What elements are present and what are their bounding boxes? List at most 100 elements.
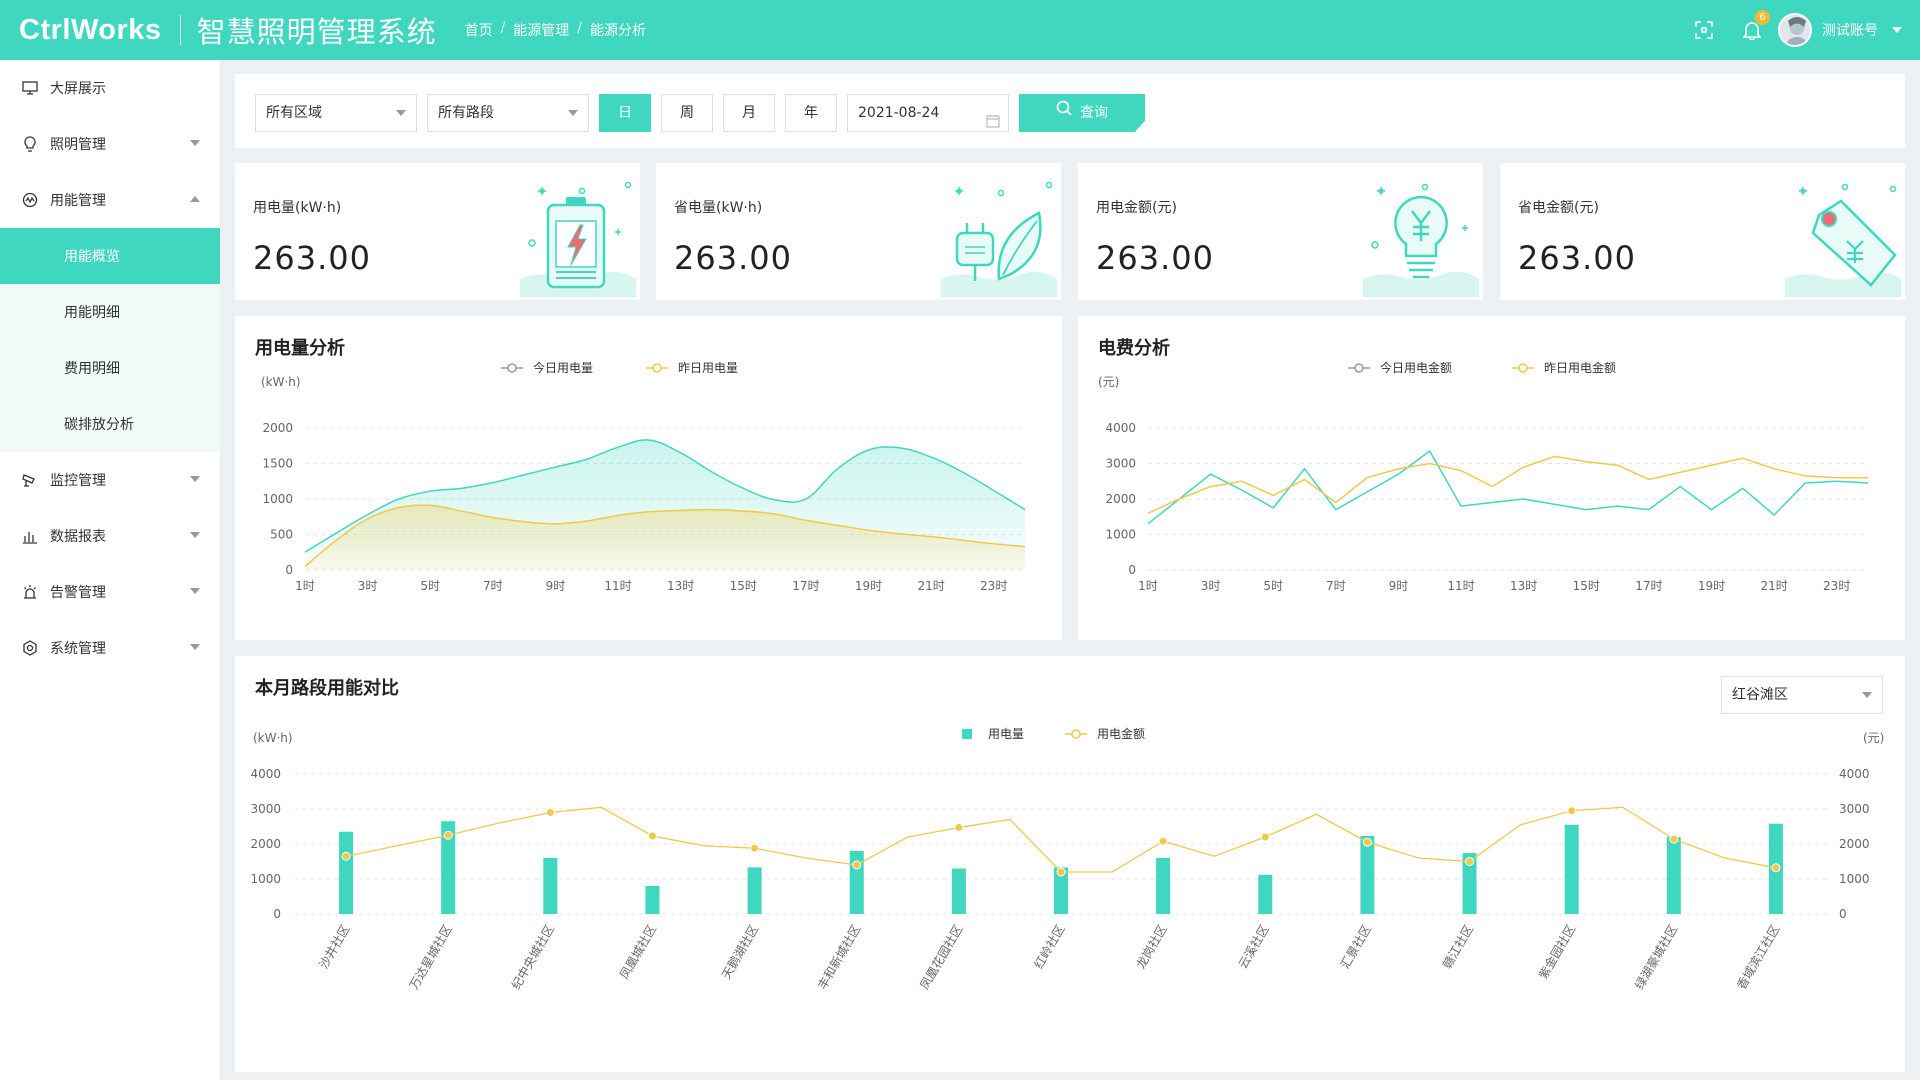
line-point: [1158, 836, 1168, 846]
x-tick-label: 11时: [1447, 579, 1474, 593]
road-select[interactable]: 所有路段: [427, 94, 589, 132]
x-tick-label: 丰和新城社区: [814, 922, 863, 992]
query-button-label: 查询: [1080, 105, 1108, 121]
stat-card-saved-cost: 省电金额(元) 263.00: [1500, 163, 1905, 300]
x-tick-label: 天鹅湖社区: [718, 922, 761, 981]
y-axis-unit: (元): [1098, 375, 1119, 389]
line-point: [443, 830, 453, 840]
line-point: [1260, 832, 1270, 842]
y-tick-label-left: 4000: [250, 767, 281, 781]
stat-label: 省电量(kW·h): [674, 200, 763, 216]
y-tick-label-right: 0: [1839, 907, 1847, 921]
stat-card-consumption: 用电量(kW·h) 263.00: [235, 163, 640, 300]
line-point: [1362, 837, 1372, 847]
search-icon: [1056, 94, 1072, 131]
x-tick-label: 13时: [667, 579, 694, 593]
line-point: [954, 823, 964, 833]
sidebar-subitem-carbon-analysis[interactable]: 碳排放分析: [0, 396, 220, 452]
sidebar-item-label: 用能管理: [50, 193, 106, 209]
alarm-icon: [20, 582, 40, 602]
legend-label: 昨日用电量: [678, 361, 738, 375]
x-tick-label: 5时: [420, 579, 440, 593]
line-point: [1669, 834, 1679, 844]
stat-card-cost: 用电金额(元) 263.00: [1078, 163, 1483, 300]
app-logo[interactable]: CtrlWorks: [19, 14, 162, 47]
stat-value: 263.00: [253, 239, 371, 277]
x-tick-label: 红岭社区: [1031, 922, 1068, 971]
x-tick-label: 23时: [1823, 579, 1850, 593]
sidebar-item-reports[interactable]: 数据报表: [0, 508, 220, 564]
battery-icon: [520, 181, 636, 297]
cost-analysis-panel: 电费分析 (元) 0 1000 2000 3000 4000 1时 3时 5时 7时 9时 11时 1…: [1078, 316, 1905, 640]
user-name[interactable]: 测试账号: [1822, 20, 1878, 40]
stat-label: 省电金额(元): [1518, 200, 1599, 216]
period-month-button[interactable]: 月: [723, 94, 775, 132]
cost-line-chart: (元) 0 1000 2000 3000 4000 1时 3时 5时 7时 9时 11时 13时 15时…: [1098, 360, 1869, 593]
logo-divider: [179, 15, 181, 45]
y-tick-label: 1000: [1105, 528, 1136, 542]
y-axis-unit: (kW·h): [261, 375, 301, 389]
y-tick-label: 2000: [1105, 492, 1136, 506]
sidebar-subitem-energy-detail[interactable]: 用能明细: [0, 284, 220, 340]
y-tick-label-right: 2000: [1839, 837, 1870, 851]
y-tick-label-right: 4000: [1839, 767, 1870, 781]
sidebar-item-alarms[interactable]: 告警管理: [0, 564, 220, 620]
y-tick-label: 0: [1128, 563, 1136, 577]
yuan-tag-icon: [1785, 183, 1901, 297]
sidebar-item-label: 系统管理: [50, 641, 106, 657]
bar: [951, 868, 966, 914]
period-week-button[interactable]: 周: [661, 94, 713, 132]
sidebar-subitem-energy-overview[interactable]: 用能概览: [0, 228, 220, 284]
legend-marker: [1071, 729, 1081, 739]
road-select-value: 所有路段: [438, 105, 494, 121]
y-tick-label: 4000: [1105, 421, 1136, 435]
sidebar-item-big-screen[interactable]: 大屏展示: [0, 60, 220, 116]
x-tick-label: 凤凰城社区: [616, 922, 659, 981]
breadcrumb-energy-management[interactable]: 能源管理: [513, 20, 569, 40]
breadcrumb: 首页 / 能源管理 / 能源分析: [465, 20, 646, 40]
bar: [339, 831, 354, 914]
x-tick-label: 万达星城社区: [406, 922, 455, 992]
x-tick-label: 云溪社区: [1235, 922, 1272, 971]
sidebar-item-energy[interactable]: 用能管理: [0, 172, 220, 228]
x-tick-label: 9时: [546, 579, 566, 593]
legend-marker: [507, 363, 517, 373]
x-tick-label: 17时: [792, 579, 819, 593]
legend-marker: [1354, 363, 1364, 373]
consumption-analysis-panel: 用电量分析 (kW·h) 0 500 1000 1500 2000 1时 3时 5时 7时 9时 1…: [235, 316, 1062, 640]
bar: [543, 858, 558, 914]
y-tick-label-left: 2000: [250, 837, 281, 851]
filter-bar: 所有区域 所有路段 日 周 月 年 2021-08-24 查询: [235, 74, 1905, 148]
y-tick-label-right: 3000: [1839, 802, 1870, 816]
sidebar: 大屏展示 照明管理 用能管理 用能概览 用能明细 费用明细 碳排放分析 监控管理…: [0, 60, 220, 1080]
breadcrumb-home[interactable]: 首页: [465, 20, 493, 40]
sidebar-item-monitoring[interactable]: 监控管理: [0, 452, 220, 508]
chevron-down-icon: [568, 110, 578, 116]
bar: [1156, 858, 1171, 914]
avatar[interactable]: [1778, 13, 1812, 47]
line-point: [647, 831, 657, 841]
period-year-button[interactable]: 年: [785, 94, 837, 132]
sidebar-item-lighting[interactable]: 照明管理: [0, 116, 220, 172]
period-day-button[interactable]: 日: [599, 94, 651, 132]
date-picker[interactable]: 2021-08-24: [847, 94, 1009, 132]
query-button[interactable]: 查询: [1019, 94, 1145, 132]
x-tick-label: 3时: [358, 579, 378, 593]
x-tick-label: 21时: [1760, 579, 1787, 593]
user-menu-caret-icon[interactable]: [1892, 27, 1902, 33]
bell-icon[interactable]: 6: [1738, 10, 1770, 44]
sidebar-item-system[interactable]: 系统管理: [0, 620, 220, 676]
road-comparison-panel: 本月路段用能对比 红谷滩区 (kW·h) (元) 0 0 1000 1000 2000 2…: [235, 656, 1905, 1072]
consumption-area-chart: (kW·h) 0 500 1000 1500 2000 1时 3时 5时 7时 9时 11时 13时 1…: [261, 360, 1026, 593]
top-header: CtrlWorks 智慧照明管理系统 首页 / 能源管理 / 能源分析 6 测试…: [0, 0, 1920, 60]
area-select-value: 所有区域: [266, 105, 322, 121]
breadcrumb-separator: /: [577, 20, 583, 36]
fullscreen-icon[interactable]: [1690, 16, 1718, 44]
bar: [849, 851, 864, 914]
area-select[interactable]: 所有区域: [255, 94, 417, 132]
stat-value: 263.00: [1096, 239, 1214, 277]
sidebar-subitem-cost-detail[interactable]: 费用明细: [0, 340, 220, 396]
y-tick-label: 1000: [262, 492, 293, 506]
bar-chart-icon: [20, 526, 40, 546]
legend-label: 今日用电金额: [1380, 360, 1452, 375]
